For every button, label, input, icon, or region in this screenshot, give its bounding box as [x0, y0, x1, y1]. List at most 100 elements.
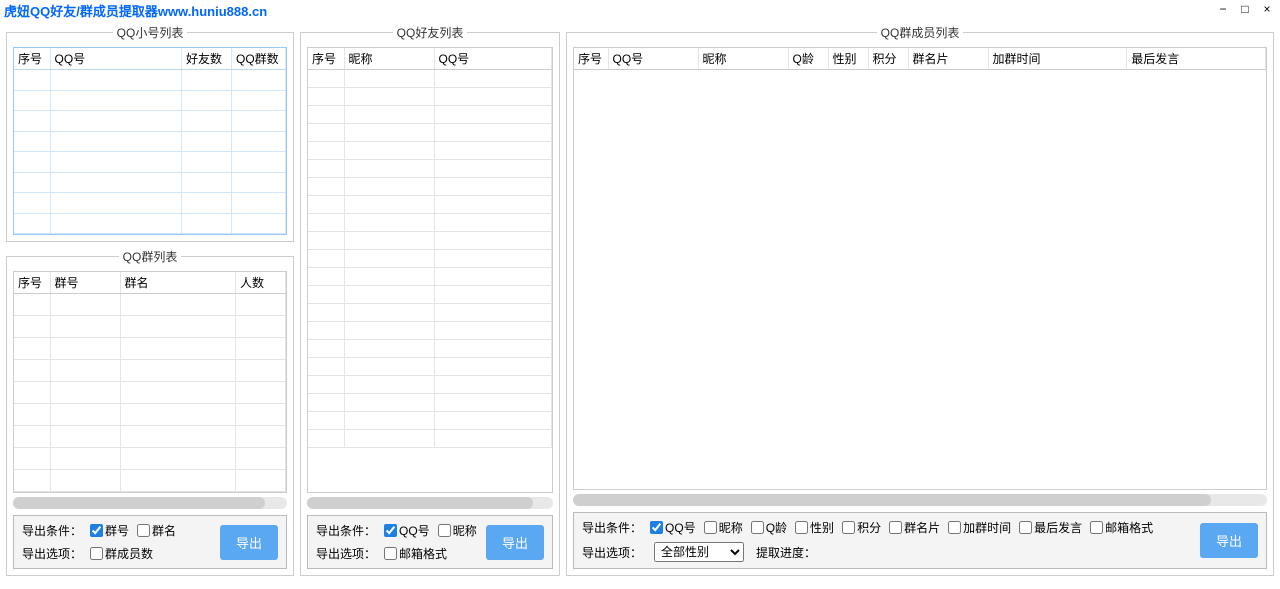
col-seq[interactable]: 序号 [574, 48, 608, 70]
chk-qage[interactable]: Q龄 [751, 519, 787, 536]
col-qq[interactable]: QQ号 [608, 48, 698, 70]
chk-gender[interactable]: 性别 [795, 519, 834, 536]
table-row[interactable] [14, 131, 286, 152]
table-row[interactable] [14, 213, 286, 234]
table-row[interactable] [14, 193, 286, 214]
table-row[interactable] [308, 178, 552, 196]
col-qq[interactable]: QQ号 [50, 48, 182, 70]
table-row[interactable] [308, 160, 552, 178]
table-row[interactable] [308, 430, 552, 448]
friends-export: 导出条件： QQ号 昵称 导出选项： 邮箱格式 导出 [307, 515, 553, 569]
col-seq[interactable]: 序号 [308, 48, 344, 70]
chk-membercount[interactable]: 群成员数 [90, 545, 153, 562]
accounts-grid[interactable]: 序号 QQ号 好友数 QQ群数 [13, 47, 287, 235]
close-icon[interactable]: × [1260, 2, 1274, 16]
table-row[interactable] [308, 304, 552, 322]
table-row[interactable] [308, 322, 552, 340]
members-scrollbar[interactable] [573, 494, 1267, 506]
col-nick[interactable]: 昵称 [344, 48, 434, 70]
chk-mail[interactable]: 邮箱格式 [1090, 519, 1153, 536]
col-qage[interactable]: Q龄 [788, 48, 828, 70]
col-card[interactable]: 群名片 [908, 48, 988, 70]
groups-scrollbar[interactable] [13, 497, 287, 509]
table-row[interactable] [308, 358, 552, 376]
table-row[interactable] [308, 268, 552, 286]
main-area: QQ小号列表 序号 QQ号 好友数 QQ群数 [0, 20, 1280, 580]
table-row[interactable] [14, 404, 286, 426]
col-groupname[interactable]: 群名 [120, 272, 236, 294]
chk-qq[interactable]: QQ号 [650, 519, 696, 536]
col-seq[interactable]: 序号 [14, 48, 50, 70]
chk-nick[interactable]: 昵称 [704, 519, 743, 536]
table-row[interactable] [308, 286, 552, 304]
table-row[interactable] [14, 90, 286, 111]
export-friends-button[interactable]: 导出 [486, 525, 544, 560]
table-row[interactable] [14, 470, 286, 492]
table-row[interactable] [14, 294, 286, 316]
table-row[interactable] [14, 338, 286, 360]
col-seq[interactable]: 序号 [14, 272, 50, 294]
table-row[interactable] [308, 142, 552, 160]
chk-groupname[interactable]: 群名 [137, 522, 176, 539]
chk-jointime[interactable]: 加群时间 [948, 519, 1011, 536]
minimize-icon[interactable]: − [1216, 2, 1230, 16]
chk-groupno[interactable]: 群号 [90, 522, 129, 539]
export-opt-label: 导出选项： [316, 545, 376, 562]
table-row[interactable] [308, 214, 552, 232]
groups-grid[interactable]: 序号 群号 群名 人数 [13, 271, 287, 493]
members-title: QQ群成员列表 [877, 24, 964, 41]
chk-mail[interactable]: 邮箱格式 [384, 545, 447, 562]
table-row[interactable] [308, 70, 552, 88]
friends-panel: QQ好友列表 序号 昵称 QQ号 [300, 24, 560, 576]
export-cond-label: 导出条件： [582, 519, 642, 536]
table-row[interactable] [308, 394, 552, 412]
accounts-title: QQ小号列表 [113, 24, 188, 41]
col-jointime[interactable]: 加群时间 [988, 48, 1127, 70]
groups-export: 导出条件： 群号 群名 导出选项： 群成员数 导出 [13, 515, 287, 569]
table-row[interactable] [14, 172, 286, 193]
export-members-button[interactable]: 导出 [1200, 523, 1258, 558]
col-lastspeak[interactable]: 最后发言 [1127, 48, 1266, 70]
app-title: 虎妞QQ好友/群成员提取器www.huniu888.cn [4, 1, 267, 20]
members-export: 导出条件： QQ号 昵称 Q龄 性别 积分 群名片 加群时间 最后发言 邮箱格式… [573, 512, 1267, 569]
table-row[interactable] [308, 412, 552, 430]
col-qq[interactable]: QQ号 [434, 48, 552, 70]
chk-lastspeak[interactable]: 最后发言 [1019, 519, 1082, 536]
table-row[interactable] [308, 250, 552, 268]
table-row[interactable] [14, 316, 286, 338]
table-row[interactable] [308, 340, 552, 358]
table-row[interactable] [308, 376, 552, 394]
table-row[interactable] [308, 196, 552, 214]
table-row[interactable] [14, 70, 286, 91]
maximize-icon[interactable]: □ [1238, 2, 1252, 16]
members-grid[interactable]: 序号 QQ号 昵称 Q龄 性别 积分 群名片 加群时间 最后发言 [573, 47, 1267, 490]
col-gender[interactable]: 性别 [828, 48, 868, 70]
col-people[interactable]: 人数 [236, 272, 286, 294]
col-groupcount[interactable]: QQ群数 [232, 48, 286, 70]
table-row[interactable] [308, 232, 552, 250]
friends-grid[interactable]: 序号 昵称 QQ号 [307, 47, 553, 493]
export-cond-label: 导出条件： [22, 522, 82, 539]
chk-nick[interactable]: 昵称 [438, 522, 477, 539]
accounts-panel: QQ小号列表 序号 QQ号 好友数 QQ群数 [6, 24, 294, 242]
table-row[interactable] [308, 88, 552, 106]
col-score[interactable]: 积分 [868, 48, 908, 70]
gender-select[interactable]: 全部性别 [654, 542, 744, 562]
table-row[interactable] [14, 382, 286, 404]
table-row[interactable] [14, 448, 286, 470]
chk-score[interactable]: 积分 [842, 519, 881, 536]
col-friends[interactable]: 好友数 [182, 48, 232, 70]
table-row[interactable] [308, 124, 552, 142]
table-row[interactable] [574, 70, 1266, 490]
chk-card[interactable]: 群名片 [889, 519, 940, 536]
table-row[interactable] [14, 111, 286, 132]
table-row[interactable] [14, 360, 286, 382]
table-row[interactable] [14, 152, 286, 173]
col-nick[interactable]: 昵称 [698, 48, 788, 70]
table-row[interactable] [14, 426, 286, 448]
table-row[interactable] [308, 106, 552, 124]
col-groupno[interactable]: 群号 [50, 272, 120, 294]
friends-scrollbar[interactable] [307, 497, 553, 509]
export-groups-button[interactable]: 导出 [220, 525, 278, 560]
chk-qq[interactable]: QQ号 [384, 522, 430, 539]
